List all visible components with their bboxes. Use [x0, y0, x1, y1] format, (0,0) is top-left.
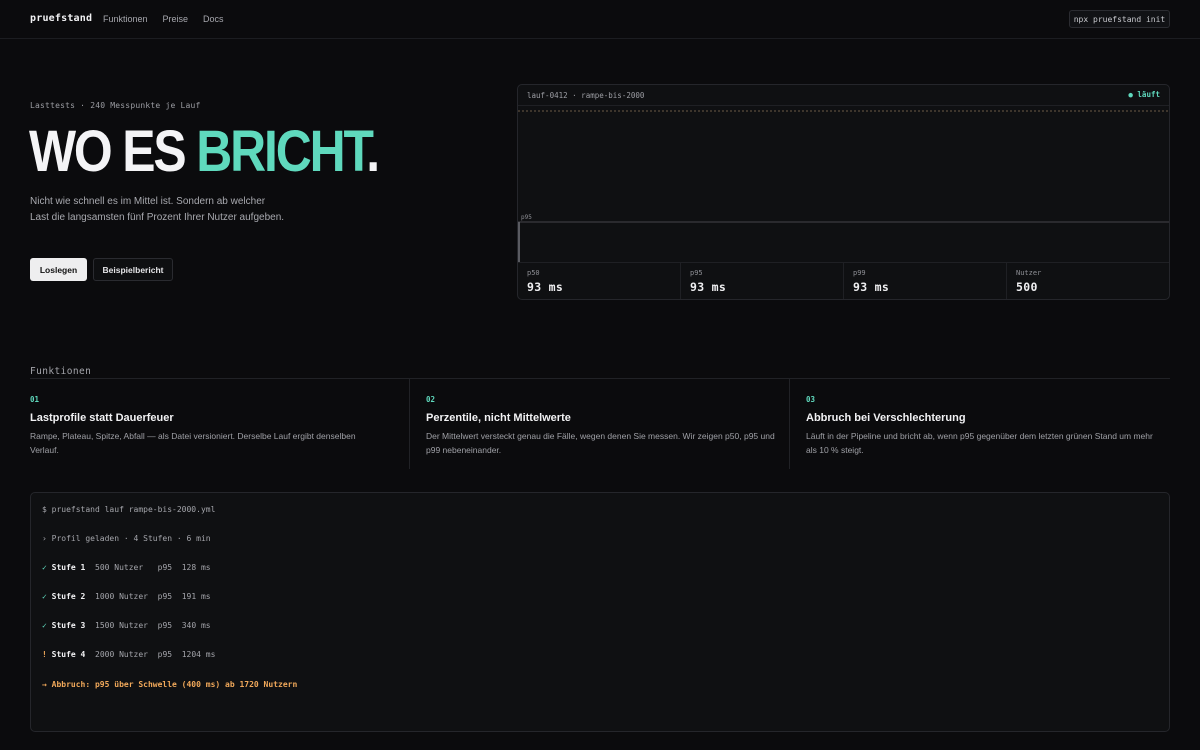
stat-p50: p50 93 ms [518, 263, 681, 299]
feature-description: Rampe, Plateau, Spitze, Abfall — als Dat… [30, 431, 356, 455]
check-icon: ✓ [42, 621, 47, 630]
hero-eyebrow: Lasttests · 240 Messpunkte je Lauf [30, 101, 201, 110]
features-section-title: Funktionen [30, 366, 92, 377]
start-button[interactable]: Loslegen [30, 258, 87, 281]
stat-value: 500 [1016, 280, 1038, 294]
nav-link-docs[interactable]: Docs [203, 14, 224, 24]
stage-detail: 500 Nutzer p95 128 ms [85, 563, 211, 572]
feature-number: 03 [806, 395, 816, 404]
chart-series-label: p95 [521, 214, 532, 221]
stats-row: p50 93 ms p95 93 ms p99 93 ms Nutzer 500 [518, 262, 1169, 299]
warning-icon: ! [42, 650, 47, 659]
stage-detail: 1000 Nutzer p95 191 ms [85, 592, 211, 601]
nav-links: Funktionen Preise Docs [103, 14, 224, 24]
terminal-stage-line: ! Stufe 4 2000 Nutzer p95 1204 ms [42, 650, 215, 659]
feature-number: 01 [30, 395, 40, 404]
feature-description: Läuft in der Pipeline und bricht ab, wen… [806, 431, 1153, 455]
feature-card: 03 Abbruch bei Verschlechterung Läuft in… [790, 379, 1170, 469]
terminal-stage-line: ✓ Stufe 1 500 Nutzer p95 128 ms [42, 563, 211, 572]
check-icon: ✓ [42, 563, 47, 572]
run-label: lauf-0412 · rampe-bis-2000 [527, 91, 645, 100]
stat-label: p50 [527, 269, 540, 277]
headline-end: . [366, 119, 380, 184]
brand-logo[interactable]: pruefstand [30, 13, 92, 24]
feature-number: 02 [426, 395, 436, 404]
feature-title: Lastprofile statt Dauerfeuer [30, 412, 174, 424]
sample-report-button[interactable]: Beispielbericht [93, 258, 173, 281]
run-monitor-panel: lauf-0412 · rampe-bis-2000 ● läuft p95 p… [517, 84, 1170, 300]
stat-p99: p99 93 ms [844, 263, 1007, 299]
hero-lede: Nicht wie schnell es im Mittel ist. Sond… [30, 196, 285, 223]
stat-users: Nutzer 500 [1007, 263, 1169, 299]
feature-description: Der Mittelwert versteckt genau die Fälle… [426, 431, 775, 455]
hero-headline: WO ES BRICHT. [29, 119, 380, 184]
stage-name: Stufe 1 [51, 563, 86, 572]
stage-detail: 2000 Nutzer p95 1204 ms [85, 650, 216, 659]
top-nav: pruefstand Funktionen Preise Docs npx pr… [0, 0, 1200, 39]
feature-card: 02 Perzentile, nicht Mittelwerte Der Mit… [410, 379, 790, 469]
feature-title: Perzentile, nicht Mittelwerte [426, 412, 571, 424]
stat-label: p95 [690, 269, 703, 277]
stat-value: 93 ms [690, 280, 727, 294]
run-status-badge: ● läuft [1128, 90, 1160, 99]
headline-accent: BRICHT [196, 119, 368, 184]
nav-link-preise[interactable]: Preise [163, 14, 189, 24]
nav-link-funktionen[interactable]: Funktionen [103, 14, 148, 24]
chart-cursor [518, 222, 520, 262]
latency-chart: p95 [518, 110, 1169, 262]
stat-value: 93 ms [527, 280, 564, 294]
stat-p95: p95 93 ms [681, 263, 844, 299]
stat-value: 93 ms [853, 280, 890, 294]
panel-header: lauf-0412 · rampe-bis-2000 ● läuft [518, 85, 1169, 106]
terminal-stage-line: ✓ Stufe 3 1500 Nutzer p95 340 ms [42, 621, 211, 630]
stage-name: Stufe 4 [51, 650, 86, 659]
terminal-stage-line: ✓ Stufe 2 1000 Nutzer p95 191 ms [42, 592, 211, 601]
terminal-abort-line: → Abbruch: p95 über Schwelle (400 ms) ab… [42, 680, 298, 689]
install-command-chip[interactable]: npx pruefstand init [1069, 10, 1170, 28]
stage-detail: 1500 Nutzer p95 340 ms [85, 621, 211, 630]
terminal-profile-line: › Profil geladen · 4 Stufen · 6 min [42, 534, 211, 543]
features-grid: 01 Lastprofile statt Dauerfeuer Rampe, P… [30, 379, 1170, 469]
terminal-command-line: $ pruefstand lauf rampe-bis-2000.yml [42, 505, 216, 514]
stat-label: Nutzer [1016, 269, 1042, 277]
check-icon: ✓ [42, 592, 47, 601]
headline-main: WO ES [29, 119, 197, 184]
stage-name: Stufe 2 [51, 592, 86, 601]
stat-label: p99 [853, 269, 866, 277]
stage-name: Stufe 3 [51, 621, 86, 630]
terminal-output: $ pruefstand lauf rampe-bis-2000.yml › P… [30, 492, 1170, 732]
feature-title: Abbruch bei Verschlechterung [806, 412, 966, 424]
feature-card: 01 Lastprofile statt Dauerfeuer Rampe, P… [30, 379, 410, 469]
